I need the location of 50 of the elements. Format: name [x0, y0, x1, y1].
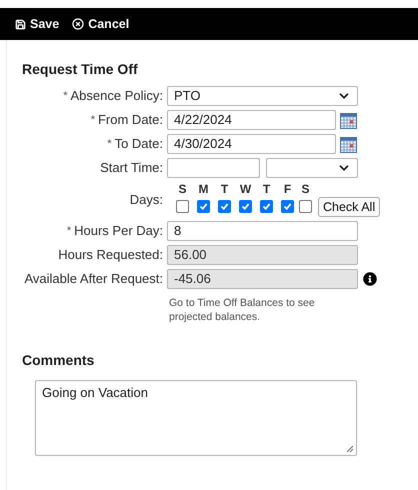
- date-field[interactable]: 4/22/2024: [167, 110, 336, 130]
- field-label: Absence Policy:: [70, 87, 163, 106]
- check-all-button[interactable]: Check All: [318, 197, 380, 217]
- day-checkbox[interactable]: [218, 200, 231, 213]
- check-icon: [283, 202, 292, 211]
- readonly-field: 56.00: [167, 245, 358, 265]
- required-mark: *: [107, 136, 112, 152]
- day-letter: T: [220, 182, 228, 197]
- day-letter: W: [240, 182, 252, 197]
- required-mark: *: [66, 224, 72, 239]
- day-checkbox[interactable]: [176, 200, 189, 213]
- day-checkbox[interactable]: [260, 200, 273, 213]
- check-icon: [220, 202, 229, 211]
- calendar-icon[interactable]: [340, 136, 357, 152]
- field-label: Hours Per Day:: [74, 222, 163, 240]
- comments-textarea[interactable]: Going on Vacation: [35, 380, 357, 456]
- field-label: Start Time:: [100, 159, 163, 178]
- date-field[interactable]: 4/30/2024: [167, 134, 336, 154]
- field-label: To Date:: [114, 135, 163, 154]
- check-icon: [262, 202, 271, 211]
- time-field[interactable]: [167, 158, 260, 178]
- save-button[interactable]: Save: [15, 14, 60, 34]
- calendar-icon[interactable]: [340, 112, 357, 128]
- day-letter: S: [178, 182, 186, 197]
- comments-heading: Comments: [22, 351, 96, 370]
- day-letter: T: [262, 182, 270, 197]
- check-icon: [241, 202, 250, 211]
- field-label: Available After Request:: [24, 270, 163, 288]
- section-title: Request Time Off: [22, 60, 139, 79]
- field-label: From Date:: [98, 111, 163, 130]
- help-text: Go to Time Off Balances to see projected balances.: [169, 296, 316, 324]
- required-mark: *: [90, 112, 95, 128]
- required-mark: *: [63, 88, 68, 104]
- check-icon: [199, 202, 208, 211]
- cancel-button[interactable]: Cancel: [72, 14, 130, 34]
- close-icon: [72, 18, 84, 30]
- day-letter: S: [301, 182, 310, 197]
- field-label: Hours Requested:: [58, 246, 163, 264]
- field-label: Days:: [130, 190, 163, 209]
- day-letter: F: [284, 182, 292, 197]
- policy-select[interactable]: PTO: [167, 86, 358, 106]
- day-checkbox[interactable]: [281, 200, 294, 213]
- day-letter: M: [198, 182, 208, 197]
- readonly-field: -45.06: [167, 269, 358, 289]
- resize-grip-icon: [346, 445, 354, 453]
- day-checkbox[interactable]: [239, 200, 252, 213]
- save-icon: [15, 18, 26, 30]
- text-field[interactable]: 8: [167, 221, 358, 241]
- day-checkbox[interactable]: [299, 200, 312, 213]
- day-checkbox[interactable]: [197, 200, 210, 213]
